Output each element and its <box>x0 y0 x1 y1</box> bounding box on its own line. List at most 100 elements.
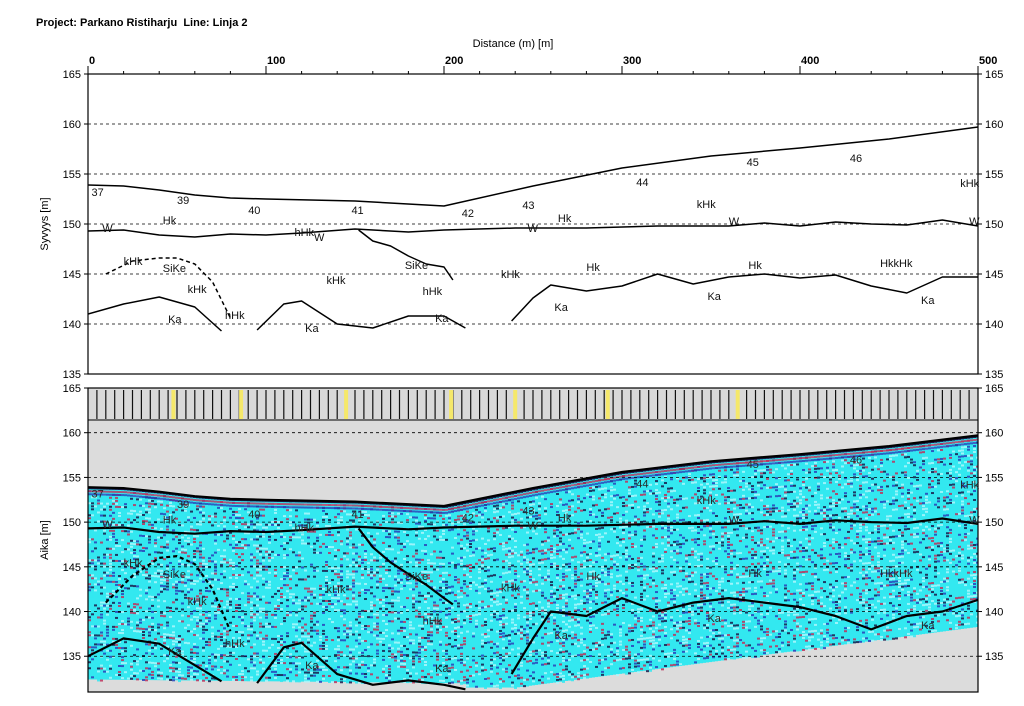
radar-speckle <box>379 625 382 628</box>
radar-speckle <box>412 594 415 597</box>
radar-speckle <box>175 586 178 589</box>
radar-speckle <box>136 600 139 603</box>
radar-speckle <box>364 514 367 517</box>
radar-speckle <box>103 532 106 535</box>
radar-speckle <box>148 511 151 514</box>
radar-speckle <box>211 524 214 527</box>
radar-speckle <box>427 640 430 643</box>
radar-speckle <box>193 651 196 654</box>
radar-speckle <box>400 518 403 521</box>
radar-speckle <box>328 675 331 678</box>
radar-speckle <box>199 622 202 625</box>
radar-speckle <box>355 582 358 585</box>
radar-speckle <box>259 541 262 544</box>
radar-surface-band <box>196 502 199 505</box>
radar-speckle <box>196 526 199 529</box>
radar-speckle <box>151 637 154 640</box>
radar-speckle <box>229 597 232 600</box>
radar-speckle <box>271 628 274 631</box>
radar-speckle <box>409 639 412 642</box>
radar-speckle <box>433 646 436 649</box>
radar-speckle <box>289 626 292 629</box>
radar-speckle <box>241 655 244 658</box>
radar-speckle <box>340 600 343 603</box>
radar-speckle <box>196 547 199 550</box>
radar-speckle <box>352 669 355 672</box>
radar-speckle <box>400 530 403 533</box>
radar-speckle <box>304 590 307 593</box>
radar-speckle <box>214 575 217 578</box>
radar-speckle <box>445 583 448 586</box>
radar-speckle <box>418 675 421 678</box>
radar-speckle <box>151 673 154 676</box>
radar-speckle <box>448 637 451 640</box>
radar-speckle <box>430 676 433 679</box>
radar-speckle <box>418 645 421 648</box>
radar-speckle <box>274 538 277 541</box>
radar-speckle <box>337 606 340 609</box>
radar-speckle <box>199 613 202 616</box>
radar-speckle <box>172 535 175 538</box>
radar-speckle <box>199 619 202 622</box>
radar-speckle <box>217 635 220 638</box>
radar-speckle <box>163 588 166 591</box>
radar-speckle <box>445 613 448 616</box>
radar-speckle <box>133 531 136 534</box>
radar-speckle <box>181 548 184 551</box>
radar-speckle <box>220 627 223 630</box>
radar-speckle <box>298 671 301 674</box>
radar-speckle <box>100 583 103 586</box>
radar-speckle <box>295 647 298 650</box>
radar-speckle <box>400 656 403 659</box>
radar-speckle <box>265 676 268 679</box>
radar-speckle <box>175 580 178 583</box>
radar-speckle <box>400 575 403 578</box>
radar-speckle <box>91 574 94 577</box>
radar-speckle <box>379 586 382 589</box>
radar-speckle <box>370 517 373 520</box>
radar-speckle <box>400 578 403 581</box>
radar-speckle <box>415 522 418 525</box>
radar-speckle <box>406 552 409 555</box>
radar-speckle <box>142 513 145 516</box>
radar-speckle <box>457 635 460 638</box>
radar-speckle <box>157 518 160 521</box>
radar-speckle <box>319 551 322 554</box>
radar-speckle <box>187 588 190 591</box>
radar-speckle <box>370 631 373 634</box>
radar-speckle <box>337 519 340 522</box>
radar-speckle <box>367 592 370 595</box>
radar-surface-band <box>151 496 154 499</box>
radar-speckle <box>394 668 397 671</box>
radar-speckle <box>316 539 319 542</box>
radar-speckle <box>127 524 130 527</box>
radar-speckle <box>439 655 442 658</box>
radar-speckle <box>457 515 460 518</box>
radar-speckle <box>91 628 94 631</box>
radar-speckle <box>184 536 187 539</box>
radar-surface-band <box>277 502 280 505</box>
radar-speckle <box>124 554 127 557</box>
radar-speckle <box>211 641 214 644</box>
radar-speckle <box>253 538 256 541</box>
radar-speckle <box>319 635 322 638</box>
radar-surface-band <box>373 505 376 508</box>
radar-speckle <box>202 514 205 517</box>
radar-speckle <box>283 617 286 620</box>
radar-speckle <box>286 590 289 593</box>
radar-speckle <box>445 640 448 643</box>
radar-speckle <box>148 499 151 502</box>
radar-speckle <box>454 594 457 597</box>
radar-speckle <box>205 631 208 634</box>
radar-speckle <box>442 556 445 559</box>
radar-speckle <box>208 650 211 653</box>
radar-speckle <box>442 679 445 682</box>
radar-speckle <box>277 586 280 589</box>
radar-speckle <box>265 583 268 586</box>
radar-speckle <box>361 555 364 558</box>
radar-speckle <box>448 517 451 520</box>
radar-speckle <box>301 539 304 542</box>
radar-speckle <box>100 658 103 661</box>
radar-speckle <box>202 550 205 553</box>
radar-speckle <box>322 542 325 545</box>
